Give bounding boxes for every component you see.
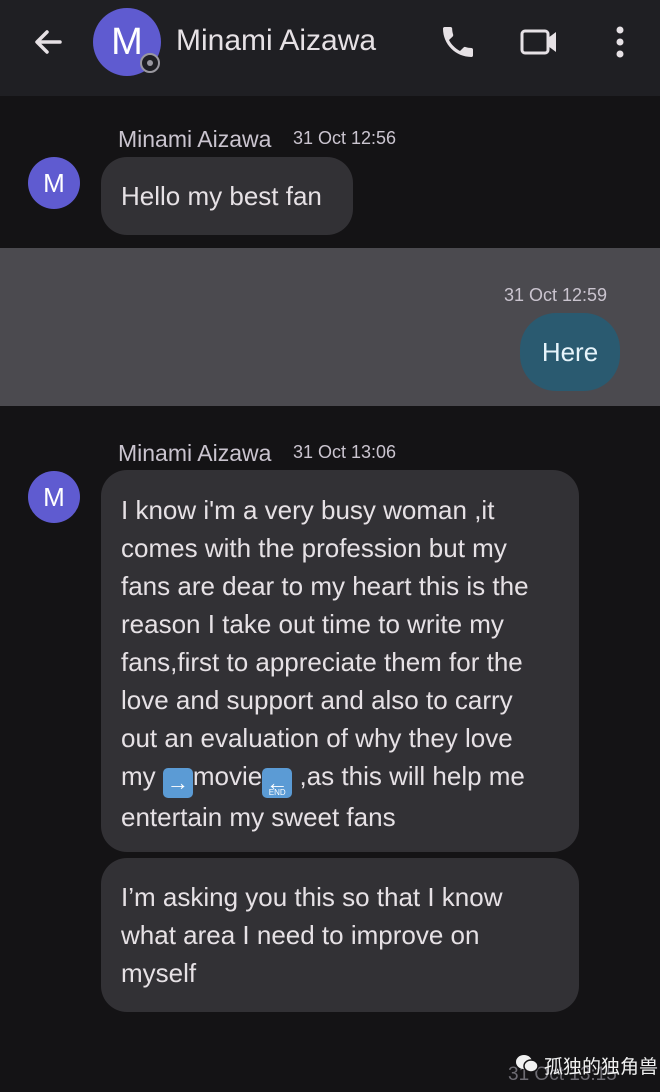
contact-name[interactable]: Minami Aizawa: [176, 24, 376, 58]
top-app-bar: M Minami Aizawa: [0, 0, 660, 96]
message-line: out an evaluation of why they love: [121, 723, 513, 753]
sender-name: Minami Aizawa: [118, 440, 272, 466]
video-icon: [520, 29, 556, 55]
message-line: fans,first to appreciate them for the: [121, 647, 523, 677]
message-time: 31 Oct 13:06: [293, 442, 397, 462]
message-line: love and support and also to carry: [121, 685, 513, 715]
back-button[interactable]: [28, 22, 68, 62]
end-arrow-emoji-icon: ← END: [262, 768, 293, 798]
message-bubble-outgoing[interactable]: Here: [520, 313, 620, 391]
sender-name: Minami Aizawa: [118, 126, 272, 152]
phone-icon: [443, 27, 473, 57]
sender-avatar[interactable]: M: [28, 471, 80, 523]
wechat-logo-icon: [516, 1055, 539, 1073]
call-button[interactable]: [438, 22, 478, 62]
message-line: I’m asking you this so that I know: [121, 882, 503, 912]
message-line: fans are dear to my heart this is the: [121, 571, 529, 601]
message-line: entertain my sweet fans: [121, 802, 396, 832]
video-call-button[interactable]: [516, 22, 562, 62]
watermark-text: 孤独的独角兽: [544, 1057, 659, 1078]
message-time: 31 Oct 12:59: [504, 285, 608, 305]
more-vert-icon: [616, 26, 624, 58]
message-bubble[interactable]: I know i'm a very busy woman ,it comes w…: [101, 470, 579, 852]
status-badge: [140, 53, 160, 73]
right-arrow-emoji-icon: →: [162, 768, 193, 798]
message-text: ,as this will help me: [292, 761, 525, 791]
sender-avatar[interactable]: M: [28, 157, 80, 209]
message-line: I know i'm a very busy woman ,it: [121, 495, 495, 525]
message-line: myself: [121, 958, 197, 988]
message-line: what area I need to improve on: [121, 920, 480, 950]
message-time: 31 Oct 12:56: [293, 128, 397, 148]
back-arrow-icon: [35, 30, 62, 54]
message-line: comes with the profession but my: [121, 533, 507, 563]
message-bubble[interactable]: I’m asking you this so that I know what …: [101, 858, 579, 1012]
message-line: reason I take out time to write my: [121, 609, 504, 639]
more-options-button[interactable]: [606, 22, 634, 62]
message-text: movie: [192, 761, 263, 791]
message-bubble[interactable]: Hello my best fan: [101, 157, 353, 235]
message-text: my: [121, 761, 163, 791]
message-line: my → movie ← END ,as this will help me: [121, 757, 559, 798]
